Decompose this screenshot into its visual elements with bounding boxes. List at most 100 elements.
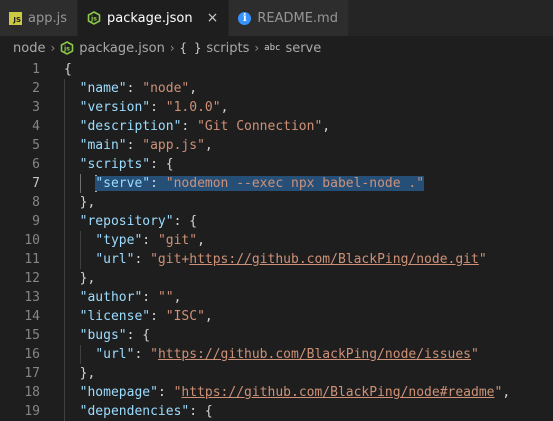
breadcrumb-scripts[interactable]: { } scripts	[180, 41, 250, 56]
breadcrumb-file[interactable]: js package.json	[60, 41, 165, 56]
punctuation	[64, 404, 80, 419]
json-key: "bugs"	[79, 328, 127, 343]
nodejs-icon: js	[60, 41, 74, 55]
tab-app-js[interactable]: JS app.js	[0, 0, 78, 36]
json-key: "name"	[79, 81, 127, 96]
json-string: "app.js"	[142, 138, 205, 153]
code-line[interactable]: 12 },	[0, 269, 553, 288]
indent-guide	[79, 174, 81, 193]
line-number: 17	[24, 366, 40, 381]
close-tab-icon[interactable]: ×	[207, 10, 219, 26]
punctuation	[64, 290, 80, 305]
json-string: "	[150, 347, 158, 362]
code-line[interactable]: 9 "repository": {	[0, 212, 553, 231]
line-number: 15	[24, 328, 40, 343]
line-number: 7	[32, 176, 40, 191]
indent-guide	[79, 231, 81, 250]
indent-guide	[64, 174, 65, 193]
line-content: "url": "git+https://github.com/BlackPing…	[64, 250, 553, 269]
line-content: "scripts": {	[64, 155, 553, 174]
line-content: "type": "git",	[64, 231, 553, 250]
punctuation: ,	[204, 138, 213, 153]
json-string: "ISC"	[165, 309, 205, 324]
json-string: "git+	[150, 252, 190, 267]
code-line[interactable]: 5 "main": "app.js",	[0, 136, 553, 155]
code-editor[interactable]: 1{2 "name": "node", 3 "version": "1.0.0",…	[0, 59, 553, 421]
punctuation: {	[64, 62, 72, 77]
punctuation: :	[150, 309, 166, 324]
code-line[interactable]: 13 "author": "",	[0, 288, 553, 307]
code-line[interactable]: 2 "name": "node",	[0, 79, 553, 98]
punctuation: :	[157, 385, 174, 400]
indent-guide	[64, 383, 65, 402]
line-content: "description": "Git Connection",	[64, 117, 553, 136]
indent-guide	[64, 364, 65, 383]
punctuation: ,	[173, 290, 182, 305]
indent-guide	[64, 307, 65, 326]
indent-guide	[79, 345, 81, 364]
punctuation: ,	[197, 233, 205, 248]
json-string: "nodemon --exec npx babel-node ."	[165, 176, 425, 191]
json-key: "scripts"	[79, 157, 151, 172]
json-key: "type"	[95, 233, 143, 248]
punctuation: :	[142, 290, 158, 305]
punctuation: },	[64, 195, 96, 210]
code-line[interactable]: 7 "serve": "nodemon --exec npx babel-nod…	[0, 174, 553, 193]
code-line[interactable]: 10 "type": "git",	[0, 231, 553, 250]
line-content: "bugs": {	[64, 326, 553, 345]
indent-guide	[64, 402, 65, 421]
tab-label: app.js	[28, 10, 67, 26]
code-line[interactable]: 16 "url": "https://github.com/BlackPing/…	[0, 345, 553, 364]
chevron-right-icon: ›	[254, 41, 260, 55]
punctuation	[64, 328, 80, 343]
json-key: "author"	[79, 290, 143, 305]
breadcrumb-serve[interactable]: abc serve	[264, 41, 321, 56]
punctuation	[64, 81, 80, 96]
code-line[interactable]: 8 },	[0, 193, 553, 212]
json-string: "	[471, 347, 479, 362]
link-text[interactable]: https://github.com/BlackPing/node/issues	[158, 347, 471, 362]
indent-guide	[64, 193, 65, 212]
tab-package-json[interactable]: js package.json ×	[78, 0, 230, 36]
line-content: },	[64, 269, 553, 288]
svg-text:js: js	[63, 45, 70, 53]
indent-guide	[64, 212, 65, 231]
json-key: "dependencies"	[79, 404, 190, 419]
code-line[interactable]: 14 "license": "ISC",	[0, 307, 553, 326]
punctuation: :	[150, 100, 166, 115]
breadcrumb-folder-label: node	[13, 40, 46, 56]
code-line[interactable]: 6 "scripts": {	[0, 155, 553, 174]
link-text[interactable]: https://github.com/BlackPing/node#readme	[181, 385, 494, 400]
editor-tab-bar: JS app.js js package.json × i README.md	[0, 0, 553, 37]
punctuation: :	[134, 252, 151, 267]
line-content: "homepage": "https://github.com/BlackPin…	[64, 383, 553, 402]
line-content: "author": "",	[64, 288, 553, 307]
code-line[interactable]: 19 "dependencies": {	[0, 402, 553, 421]
json-string: "node"	[142, 81, 190, 96]
code-line[interactable]: 17 },	[0, 364, 553, 383]
json-key: "url"	[95, 347, 135, 362]
code-line[interactable]: 11 "url": "git+https://github.com/BlackP…	[0, 250, 553, 269]
tab-label: README.md	[257, 10, 338, 26]
line-number: 2	[32, 81, 40, 96]
indent-guide	[64, 269, 65, 288]
code-line[interactable]: 4 "description": "Git Connection",	[0, 117, 553, 136]
line-number: 3	[32, 100, 40, 115]
line-number: 19	[24, 404, 40, 419]
line-number: 16	[24, 347, 40, 362]
json-string: "	[478, 252, 487, 267]
code-line[interactable]: 18 "homepage": "https://github.com/Black…	[0, 383, 553, 402]
punctuation: ,	[204, 309, 213, 324]
json-string: "Git Connection"	[197, 119, 323, 134]
code-line[interactable]: 3 "version": "1.0.0",	[0, 98, 553, 117]
json-key: "main"	[79, 138, 127, 153]
code-line[interactable]: 15 "bugs": {	[0, 326, 553, 345]
tab-readme-md[interactable]: i README.md	[229, 0, 349, 36]
line-content: "dependencies": {	[64, 402, 553, 421]
breadcrumb-folder[interactable]: node	[13, 41, 45, 56]
link-text[interactable]: https://github.com/BlackPing/node.git	[189, 252, 479, 267]
punctuation	[64, 309, 80, 324]
string-icon: abc	[264, 43, 281, 53]
json-key: "serve"	[95, 176, 151, 191]
code-line[interactable]: 1{	[0, 60, 553, 79]
